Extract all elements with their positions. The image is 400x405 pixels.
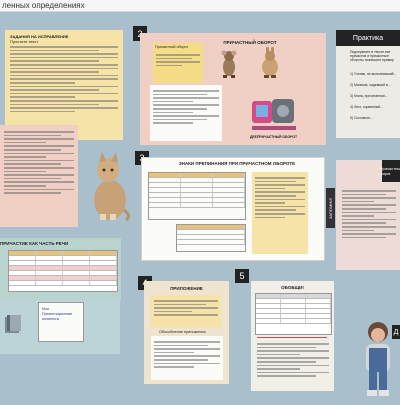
practice-item: 3) Книга, прочитанная... bbox=[350, 94, 388, 98]
card-rules[interactable] bbox=[0, 125, 78, 227]
device-illustration bbox=[250, 93, 298, 133]
slide-number-badge: Д bbox=[392, 325, 400, 339]
practice-item: 2) Мальчик, сидевший в... bbox=[350, 83, 391, 87]
card-tasks[interactable]: ЗАДАНИЯ НА ИСПРАВЛЕНИЕ Прочтите текст bbox=[5, 30, 123, 140]
participle-table bbox=[8, 250, 118, 292]
participial-rule-box bbox=[150, 85, 222, 141]
practice-item: 1) Ученик, не выполнивший... bbox=[350, 72, 397, 76]
apposition-note bbox=[151, 295, 221, 327]
card-participle-title: ПРИЧАСТИЕ КАК ЧАСТЬ РЕЧИ bbox=[0, 241, 69, 246]
card-participle-part-of-speech[interactable]: ПРИЧАСТИЕ КАК ЧАСТЬ РЕЧИ bbox=[0, 238, 121, 300]
box-illustration bbox=[3, 313, 23, 335]
practice-item: 4) Лист, сорванный... bbox=[350, 105, 383, 109]
sticky-note-title: Причастный оборот bbox=[155, 45, 189, 49]
sticky-note: Причастный оборот bbox=[153, 43, 203, 83]
practice-heading: Подчеркните в тексте все причастия и при… bbox=[350, 50, 394, 62]
window-title-bar: ленных определениях bbox=[0, 0, 400, 12]
punctuation-table bbox=[148, 172, 246, 220]
practice-title: Практика bbox=[336, 30, 400, 46]
whiteboard-line: Мои bbox=[42, 307, 50, 311]
apposition-rules bbox=[151, 336, 223, 380]
apposition-subtitle: Обособление приложения bbox=[159, 330, 206, 334]
card-punctuation[interactable]: ЗНАКИ ПРЕПИНАНИЯ ПРИ ПРИЧАСТНОМ ОБОРОТЕ bbox=[141, 157, 325, 261]
window-title: ленных определениях bbox=[2, 1, 85, 10]
mouse-illustration bbox=[218, 49, 240, 79]
whiteboard-panel: Мои Презентационные конспекты bbox=[38, 302, 84, 342]
card-practice[interactable]: Практика Подчеркните в тексте все причас… bbox=[336, 30, 400, 138]
participial-caption: ДЕЕПРИЧАСТНЫЙ ОБОРОТ bbox=[250, 135, 298, 139]
punctuation-note bbox=[252, 172, 308, 254]
card-tasks-text bbox=[10, 46, 118, 113]
card-summary-title: ОБОБЩИ! bbox=[281, 285, 304, 290]
card-apposition-title: ПРИЛОЖЕНИЕ bbox=[170, 286, 203, 291]
card-participial-form[interactable]: Причастный форм. bbox=[336, 160, 400, 270]
card-apposition[interactable]: ПРИЛОЖЕНИЕ Обособление приложения bbox=[144, 281, 229, 384]
practice-list: 1) Ученик, не выполнивший... 2) Мальчик,… bbox=[350, 72, 400, 121]
card-participial-phrase[interactable]: ПРИЧАСТНЫЙ ОБОРОТ Причастный оборот ДЕЕП… bbox=[140, 33, 326, 145]
card-participial-title: ПРИЧАСТНЫЙ ОБОРОТ bbox=[223, 40, 277, 45]
whiteboard-line: конспекты bbox=[42, 317, 60, 321]
punctuation-table-2 bbox=[176, 224, 246, 252]
card-tasks-subtitle: Прочтите текст bbox=[10, 39, 39, 44]
practice-item: 5) Составьте... bbox=[350, 116, 373, 120]
participial-form-title: Причастный форм. bbox=[380, 160, 400, 182]
card-summary[interactable]: ОБОБЩИ! bbox=[251, 281, 334, 391]
summary-table bbox=[255, 293, 332, 335]
slide-number-badge: 5 bbox=[235, 269, 249, 283]
divider bbox=[257, 337, 327, 338]
card-punctuation-title: ЗНАКИ ПРЕПИНАНИЯ ПРИ ПРИЧАСТНОМ ОБОРОТЕ bbox=[178, 161, 296, 166]
card-whiteboard[interactable]: Мои Презентационные конспекты bbox=[0, 300, 120, 354]
remember-tab: ЗАПОМНИ! bbox=[326, 188, 335, 228]
rabbit-illustration bbox=[258, 47, 282, 79]
cat-illustration bbox=[86, 150, 132, 222]
